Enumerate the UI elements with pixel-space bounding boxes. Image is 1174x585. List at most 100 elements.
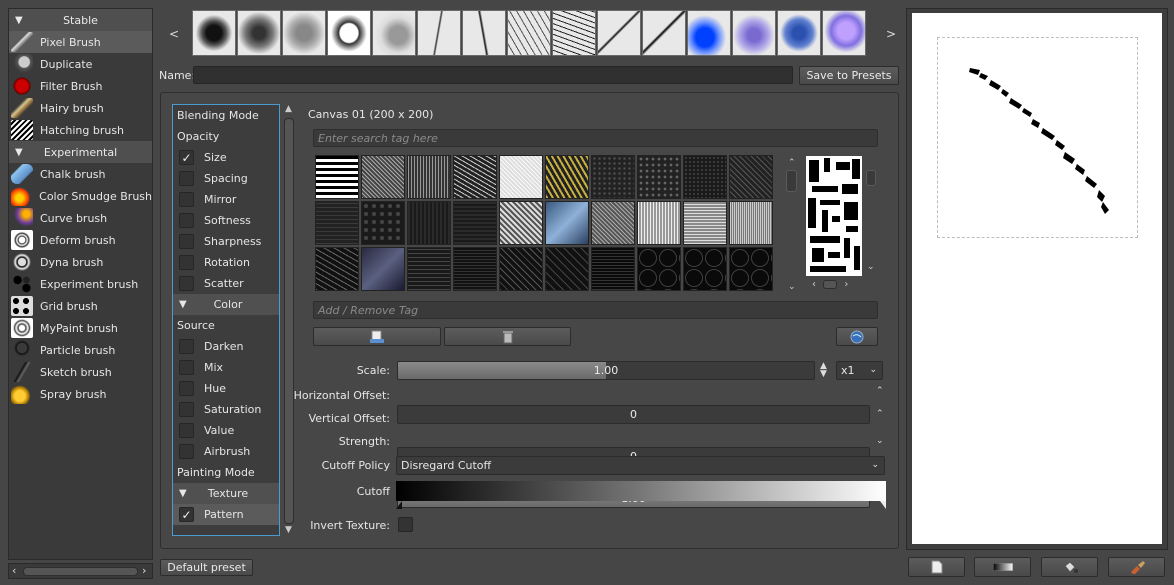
texture-grid-scrollbar[interactable]: ⌃ ⌄ xyxy=(785,158,799,294)
scroll-left-arrow-icon[interactable]: ‹ xyxy=(12,564,16,577)
checkbox[interactable] xyxy=(179,339,194,354)
texture-pattern-tile[interactable] xyxy=(407,201,451,245)
engine-item[interactable]: Hairy brush xyxy=(9,97,152,119)
texture-pattern-tile[interactable] xyxy=(545,155,589,199)
texture-pattern-tile[interactable] xyxy=(545,247,589,291)
texture-pattern-tile[interactable] xyxy=(591,247,635,291)
scroll-down-icon[interactable]: ⌄ xyxy=(788,282,796,292)
texture-pattern-tile[interactable] xyxy=(361,247,405,291)
engine-item[interactable]: Deform brush xyxy=(9,229,152,251)
option-rotation[interactable]: Rotation xyxy=(173,252,279,273)
option-color[interactable]: ▼ Color xyxy=(173,294,279,315)
engine-item[interactable]: Sketch brush xyxy=(9,361,152,383)
texture-pattern-tile[interactable] xyxy=(453,201,497,245)
texture-pattern-tile[interactable] xyxy=(361,155,405,199)
default-preset-button[interactable]: Default preset xyxy=(160,559,253,576)
add-remove-tag-input[interactable]: Add / Remove Tag xyxy=(313,301,878,319)
scroll-right-arrow-icon[interactable]: › xyxy=(142,564,146,577)
texture-pattern-tile[interactable] xyxy=(315,201,359,245)
collapse-triangle-icon[interactable]: ▼ xyxy=(15,147,23,158)
option-opacity[interactable]: Opacity xyxy=(173,126,279,147)
option-softness[interactable]: Softness xyxy=(173,210,279,231)
texture-pattern-tile[interactable] xyxy=(499,155,543,199)
vertical-offset-spin[interactable]: ⌃ xyxy=(876,410,884,419)
engine-item[interactable]: Hatching brush xyxy=(9,119,152,141)
scroll-left-icon[interactable]: ‹ xyxy=(812,279,816,290)
scale-spin-buttons[interactable]: ▲ ▼ xyxy=(820,362,827,379)
invert-texture-checkbox[interactable] xyxy=(398,517,413,532)
brush-preset-thumbnail[interactable] xyxy=(822,10,866,56)
texture-pattern-tile[interactable] xyxy=(591,201,635,245)
texture-pattern-tile[interactable] xyxy=(729,201,773,245)
option-sharpness[interactable]: Sharpness xyxy=(173,231,279,252)
texture-pattern-tile[interactable] xyxy=(637,201,681,245)
cutoff-max-handle[interactable] xyxy=(880,501,886,509)
texture-pattern-tile[interactable] xyxy=(683,201,727,245)
checkbox[interactable] xyxy=(179,234,194,249)
brush-preset-thumbnail[interactable] xyxy=(507,10,551,56)
import-resource-button[interactable] xyxy=(313,327,441,346)
brush-preset-thumbnail[interactable] xyxy=(237,10,281,56)
cutoff-policy-select[interactable]: Disregard Cutoff ⌄ xyxy=(396,456,885,475)
save-to-presets-button[interactable]: Save to Presets xyxy=(799,66,899,85)
strength-spin[interactable]: ⌄ xyxy=(876,437,884,446)
brush-preset-thumbnail[interactable] xyxy=(687,10,731,56)
texture-pattern-tile[interactable] xyxy=(637,247,681,291)
texture-pattern-tile[interactable] xyxy=(361,201,405,245)
texture-pattern-tile[interactable] xyxy=(315,155,359,199)
texture-pattern-tile[interactable] xyxy=(729,247,773,291)
preview-scrollbar[interactable]: ⌄ xyxy=(864,156,878,276)
brush-preset-thumbnail[interactable] xyxy=(192,10,236,56)
brush-preset-thumbnail[interactable] xyxy=(372,10,416,56)
scratchpad-paint-button[interactable] xyxy=(1108,557,1165,577)
search-tag-input[interactable]: Enter search tag here xyxy=(313,129,878,147)
texture-pattern-tile[interactable] xyxy=(499,201,543,245)
brush-preset-thumbnail[interactable] xyxy=(282,10,326,56)
texture-pattern-tile[interactable] xyxy=(683,247,727,291)
option-darken[interactable]: Darken xyxy=(173,336,279,357)
texture-pattern-tile[interactable] xyxy=(407,155,451,199)
engine-item[interactable]: Dyna brush xyxy=(9,251,152,273)
brush-preset-thumbnail[interactable] xyxy=(552,10,596,56)
option-spacing[interactable]: Spacing xyxy=(173,168,279,189)
option-mirror[interactable]: Mirror xyxy=(173,189,279,210)
texture-pattern-tile[interactable] xyxy=(591,155,635,199)
engine-item[interactable]: Grid brush xyxy=(9,295,152,317)
option-size[interactable]: ✓ Size xyxy=(173,147,279,168)
horizontal-offset-slider[interactable]: 0 xyxy=(397,405,870,424)
brush-preset-thumbnail[interactable] xyxy=(777,10,821,56)
engine-item[interactable]: Pixel Brush xyxy=(9,31,152,53)
checkbox[interactable] xyxy=(179,276,194,291)
scroll-down-icon[interactable]: ⌄ xyxy=(867,262,875,272)
checkbox[interactable] xyxy=(179,255,194,270)
preset-strip-left-arrow[interactable]: < xyxy=(169,27,179,41)
scroll-up-icon[interactable]: ⌃ xyxy=(788,158,796,168)
option-scatter[interactable]: Scatter xyxy=(173,273,279,294)
engine-item[interactable]: MyPaint brush xyxy=(9,317,152,339)
engine-list-scrollbar[interactable]: ‹ › xyxy=(8,563,153,579)
checkbox[interactable] xyxy=(179,213,194,228)
texture-pattern-tile[interactable] xyxy=(407,247,451,291)
engine-item[interactable]: Chalk brush xyxy=(9,163,152,185)
horizontal-offset-spin[interactable]: ⌃ xyxy=(876,387,884,396)
texture-pattern-tile[interactable] xyxy=(499,247,543,291)
engine-group-experimental[interactable]: ▼ Experimental xyxy=(9,141,152,163)
engine-item[interactable]: Curve brush xyxy=(9,207,152,229)
brush-preset-thumbnail[interactable] xyxy=(597,10,641,56)
engine-item[interactable]: Color Smudge Brush xyxy=(9,185,152,207)
texture-pattern-tile[interactable] xyxy=(315,247,359,291)
scale-slider[interactable]: 1.00 xyxy=(397,361,815,380)
brush-preset-thumbnail[interactable] xyxy=(732,10,776,56)
texture-pattern-tile[interactable] xyxy=(637,155,681,199)
engine-item[interactable]: Filter Brush xyxy=(9,75,152,97)
scratchpad-clear-button[interactable] xyxy=(908,557,965,577)
texture-pattern-tile[interactable] xyxy=(545,201,589,245)
texture-pattern-tile[interactable] xyxy=(453,247,497,291)
engine-item[interactable]: Particle brush xyxy=(9,339,152,361)
engine-item[interactable]: Experiment brush xyxy=(9,273,152,295)
checkbox[interactable] xyxy=(179,171,194,186)
delete-resource-button[interactable] xyxy=(444,327,571,346)
option-source[interactable]: Source xyxy=(173,315,279,336)
scroll-right-icon[interactable]: › xyxy=(844,279,848,290)
scratchpad-fill-button[interactable] xyxy=(1041,557,1098,577)
